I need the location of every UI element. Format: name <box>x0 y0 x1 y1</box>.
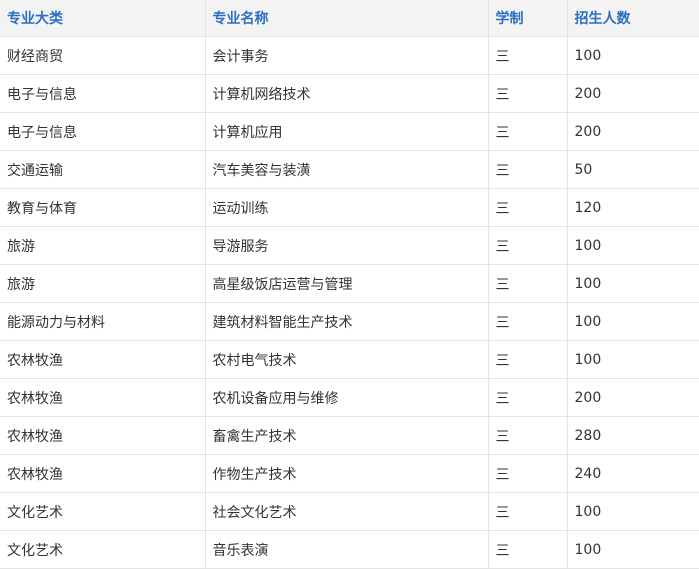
cell-major-name: 建筑材料智能生产技术 <box>204 302 489 341</box>
cell-category: 农林牧渔 <box>0 416 206 455</box>
cell-category: 文化艺术 <box>0 530 206 569</box>
cell-enrollment: 200 <box>566 378 699 417</box>
cell-major-name: 汽车美容与装潢 <box>204 150 489 189</box>
cell-duration: 三 <box>487 378 568 417</box>
cell-enrollment: 100 <box>566 340 699 379</box>
cell-category: 农林牧渔 <box>0 378 206 417</box>
cell-category: 电子与信息 <box>0 112 206 151</box>
cell-category: 旅游 <box>0 264 206 303</box>
table-row: 财经商贸 会计事务 三 100 <box>0 36 699 75</box>
table-row: 文化艺术 音乐表演 三 100 <box>0 530 699 569</box>
cell-duration: 三 <box>487 454 568 493</box>
cell-duration: 三 <box>487 112 568 151</box>
cell-enrollment: 50 <box>566 150 699 189</box>
cell-major-name: 作物生产技术 <box>204 454 489 493</box>
cell-category: 文化艺术 <box>0 492 206 531</box>
table-row: 文化艺术 社会文化艺术 三 100 <box>0 492 699 531</box>
table-row: 农林牧渔 畜禽生产技术 三 280 <box>0 416 699 455</box>
cell-duration: 三 <box>487 226 568 265</box>
cell-duration: 三 <box>487 416 568 455</box>
table-row: 电子与信息 计算机应用 三 200 <box>0 112 699 151</box>
cell-enrollment: 100 <box>566 36 699 75</box>
header-enrollment: 招生人数 <box>566 0 699 37</box>
table-row: 教育与体育 运动训练 三 120 <box>0 188 699 227</box>
cell-enrollment: 120 <box>566 188 699 227</box>
cell-duration: 三 <box>487 150 568 189</box>
cell-category: 交通运输 <box>0 150 206 189</box>
cell-duration: 三 <box>487 492 568 531</box>
table-row: 农林牧渔 作物生产技术 三 240 <box>0 454 699 493</box>
table-row: 农林牧渔 农村电气技术 三 100 <box>0 340 699 379</box>
cell-enrollment: 100 <box>566 530 699 569</box>
cell-category: 农林牧渔 <box>0 340 206 379</box>
cell-major-name: 社会文化艺术 <box>204 492 489 531</box>
cell-category: 财经商贸 <box>0 36 206 75</box>
cell-enrollment: 100 <box>566 226 699 265</box>
enrollment-table: 专业大类 专业名称 学制 招生人数 财经商贸 会计事务 三 100 电子与信息 … <box>0 0 699 569</box>
cell-enrollment: 100 <box>566 492 699 531</box>
cell-category: 教育与体育 <box>0 188 206 227</box>
cell-enrollment: 100 <box>566 264 699 303</box>
cell-category: 电子与信息 <box>0 74 206 113</box>
cell-major-name: 畜禽生产技术 <box>204 416 489 455</box>
cell-major-name: 农机设备应用与维修 <box>204 378 489 417</box>
table-row: 旅游 高星级饭店运营与管理 三 100 <box>0 264 699 303</box>
cell-major-name: 音乐表演 <box>204 530 489 569</box>
cell-category: 农林牧渔 <box>0 454 206 493</box>
cell-enrollment: 280 <box>566 416 699 455</box>
cell-major-name: 会计事务 <box>204 36 489 75</box>
table-header-row: 专业大类 专业名称 学制 招生人数 <box>0 0 699 37</box>
cell-major-name: 农村电气技术 <box>204 340 489 379</box>
cell-duration: 三 <box>487 36 568 75</box>
header-duration: 学制 <box>487 0 568 37</box>
cell-major-name: 高星级饭店运营与管理 <box>204 264 489 303</box>
header-category: 专业大类 <box>0 0 206 37</box>
cell-duration: 三 <box>487 264 568 303</box>
table-row: 农林牧渔 农机设备应用与维修 三 200 <box>0 378 699 417</box>
cell-duration: 三 <box>487 302 568 341</box>
cell-category: 旅游 <box>0 226 206 265</box>
cell-major-name: 运动训练 <box>204 188 489 227</box>
cell-duration: 三 <box>487 530 568 569</box>
cell-major-name: 导游服务 <box>204 226 489 265</box>
cell-enrollment: 200 <box>566 112 699 151</box>
table-row: 交通运输 汽车美容与装潢 三 50 <box>0 150 699 189</box>
cell-duration: 三 <box>487 340 568 379</box>
cell-category: 能源动力与材料 <box>0 302 206 341</box>
table-row: 旅游 导游服务 三 100 <box>0 226 699 265</box>
cell-duration: 三 <box>487 74 568 113</box>
table-row: 能源动力与材料 建筑材料智能生产技术 三 100 <box>0 302 699 341</box>
cell-major-name: 计算机应用 <box>204 112 489 151</box>
cell-duration: 三 <box>487 188 568 227</box>
header-major-name: 专业名称 <box>204 0 489 37</box>
cell-enrollment: 100 <box>566 302 699 341</box>
cell-enrollment: 240 <box>566 454 699 493</box>
cell-enrollment: 200 <box>566 74 699 113</box>
cell-major-name: 计算机网络技术 <box>204 74 489 113</box>
table-row: 电子与信息 计算机网络技术 三 200 <box>0 74 699 113</box>
